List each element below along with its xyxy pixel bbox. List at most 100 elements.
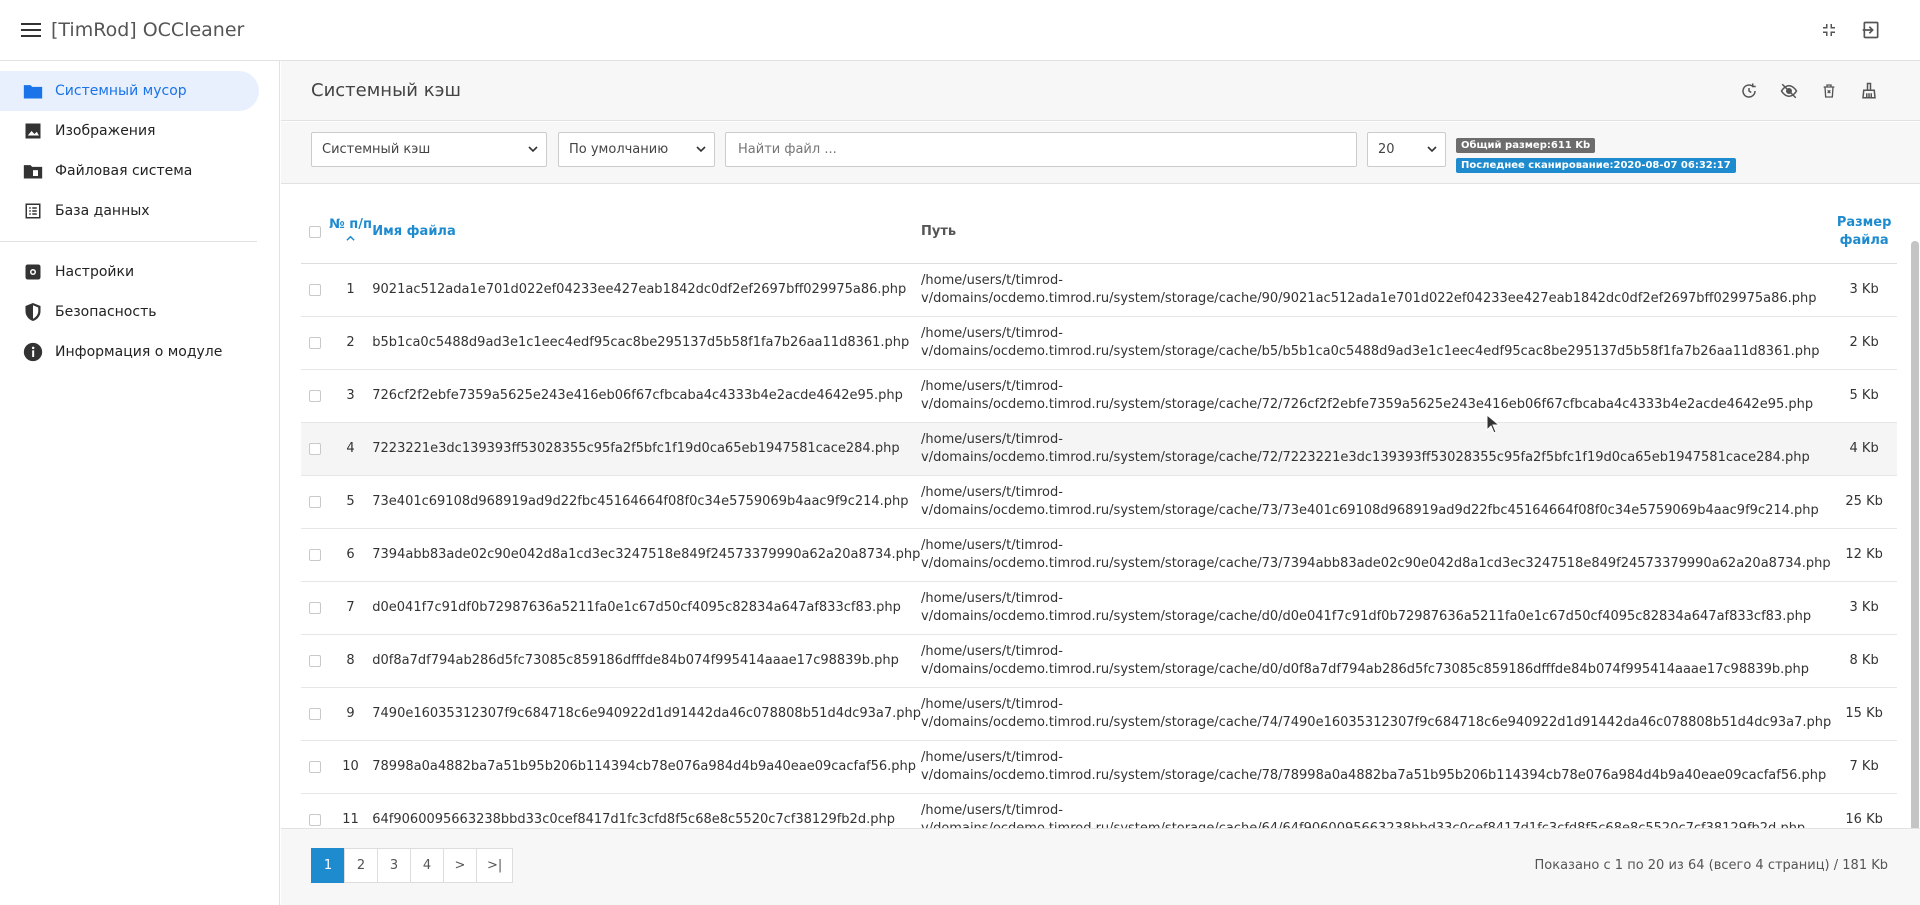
trash-icon[interactable] [1818, 80, 1840, 102]
row-checkbox[interactable] [309, 760, 321, 773]
row-checkbox[interactable] [309, 283, 321, 296]
main-panel: Системный кэш Системный кэш По умолчанию [281, 61, 1920, 905]
per-page-value: 20 [1378, 142, 1395, 157]
row-path-line2: v/domains/ocdemo.timrod.ru/system/storag… [921, 343, 1820, 359]
table-row[interactable]: 8 d0f8a7df794ab286d5fc73085c859186dfffde8… [301, 634, 1897, 688]
row-path-line1: /home/users/t/timrod- [921, 325, 1063, 341]
page-button[interactable]: 1 [311, 848, 345, 883]
row-path-line2: v/domains/ocdemo.timrod.ru/system/storag… [921, 396, 1814, 412]
table-row[interactable]: 3 726cf2f2ebfe7359a5625e243e416eb06f67cfb… [301, 369, 1897, 423]
row-path: /home/users/t/timrod-v/domains/ocdemo.ti… [921, 475, 1832, 529]
sidebar-item-label: Информация о модуле [55, 344, 223, 360]
page-button[interactable]: 4 [410, 848, 444, 883]
row-num: 9 [328, 687, 373, 741]
row-file-name: 73e401c69108d968919ad9d22fbc45164664f08f… [372, 475, 922, 529]
row-checkbox[interactable] [309, 336, 321, 349]
chevron-down-icon [528, 146, 538, 153]
row-path-line1: /home/users/t/timrod- [921, 802, 1063, 818]
row-checkbox[interactable] [309, 707, 321, 720]
row-size: 2 Kb [1831, 316, 1897, 370]
row-path-line1: /home/users/t/timrod- [921, 378, 1063, 394]
row-path-line1: /home/users/t/timrod- [921, 749, 1063, 765]
column-header-name[interactable]: Имя файла [372, 201, 922, 264]
page-button[interactable]: > [443, 848, 477, 883]
mouse-cursor-icon [1486, 414, 1500, 434]
row-path: /home/users/t/timrod-v/domains/ocdemo.ti… [921, 422, 1832, 476]
row-checkbox[interactable] [309, 813, 321, 826]
row-size: 8 Kb [1831, 634, 1897, 688]
search-input[interactable] [725, 132, 1357, 167]
row-file-name: 64f9060095663238bbd33c0cef8417d1fc3cfd8f… [372, 793, 922, 828]
table-scrollbar[interactable] [1910, 241, 1920, 841]
row-size: 4 Kb [1831, 422, 1897, 476]
sidebar-item-module-info[interactable]: Информация о модуле [0, 332, 259, 372]
row-num: 5 [328, 475, 373, 529]
sidebar-item-images[interactable]: Изображения [0, 111, 259, 151]
select-all-checkbox[interactable] [309, 225, 321, 238]
row-path: /home/users/t/timrod-v/domains/ocdemo.ti… [921, 263, 1832, 317]
row-path-line2: v/domains/ocdemo.timrod.ru/system/storag… [921, 661, 1810, 677]
sidebar-item-database[interactable]: База данных [0, 191, 259, 231]
sidebar-item-label: Изображения [55, 123, 156, 139]
sidebar-item-security[interactable]: Безопасность [0, 292, 259, 332]
scrollbar-thumb[interactable] [1911, 241, 1919, 831]
sidebar-divider [0, 241, 257, 242]
sort-select[interactable]: По умолчанию [558, 132, 715, 167]
table-row[interactable]: 2 b5b1ca0c5488d9ad3e1c1eec4edf95cac8be295… [301, 316, 1897, 370]
row-checkbox[interactable] [309, 495, 321, 508]
table-row[interactable]: 6 7394abb83ade02c90e042d8a1cd3ec3247518e8… [301, 528, 1897, 582]
sidebar-item-system-junk[interactable]: Системный мусор [0, 71, 259, 111]
table-row[interactable]: 7 d0e041f7c91df0b72987636a5211fa0e1c67d50… [301, 581, 1897, 635]
per-page-select[interactable]: 20 [1367, 132, 1446, 167]
hamburger-menu-icon[interactable] [20, 20, 42, 42]
row-path-line2: v/domains/ocdemo.timrod.ru/system/storag… [921, 608, 1812, 624]
refresh-icon[interactable] [1738, 80, 1760, 102]
row-checkbox[interactable] [309, 389, 321, 402]
table-footer: 1 2 3 4 > >| Показано с 1 по 20 из 64 (всего … [281, 828, 1920, 905]
sidebar-item-label: Файловая система [55, 163, 193, 179]
row-size: 16 Kb [1831, 793, 1897, 828]
sidebar-item-settings[interactable]: Настройки [0, 252, 259, 292]
column-header-name-label: Имя файла [372, 224, 456, 240]
row-file-name: 7490e16035312307f9c684718c6e940922d1d914… [372, 687, 922, 741]
row-size: 7 Kb [1831, 740, 1897, 794]
column-header-path: Путь [921, 201, 1832, 264]
row-num: 11 [328, 793, 373, 828]
row-checkbox[interactable] [309, 548, 321, 561]
page-button[interactable]: 2 [344, 848, 378, 883]
total-size-badge: Общий размер:611 Kb [1456, 138, 1596, 153]
shield-icon [23, 302, 43, 322]
row-file-name: d0e041f7c91df0b72987636a5211fa0e1c67d50c… [372, 581, 922, 635]
broom-icon[interactable] [1858, 80, 1880, 102]
page-title: Системный кэш [311, 80, 461, 101]
eye-off-icon[interactable] [1778, 80, 1800, 102]
table-row[interactable]: 1 9021ac512ada1e701d022ef04233ee427eab184… [301, 263, 1897, 317]
page-button[interactable]: 3 [377, 848, 411, 883]
sidebar-item-label: База данных [55, 203, 150, 219]
sidebar-item-file-system[interactable]: Файловая система [0, 151, 259, 191]
folder-icon [23, 81, 43, 101]
table-row[interactable]: 4 7223221e3dc139393ff53028355c95fa2f5bfc1… [301, 422, 1897, 476]
type-select[interactable]: Системный кэш [311, 132, 547, 167]
page-button[interactable]: >| [476, 848, 514, 883]
chevron-down-icon [1427, 146, 1437, 153]
row-checkbox[interactable] [309, 654, 321, 667]
row-size: 3 Kb [1831, 263, 1897, 317]
row-path: /home/users/t/timrod-v/domains/ocdemo.ti… [921, 793, 1832, 828]
table-row[interactable]: 11 64f9060095663238bbd33c0cef8417d1fc3cfd… [301, 793, 1897, 828]
column-header-num[interactable]: № п/п [328, 201, 373, 264]
compress-icon[interactable] [1818, 19, 1840, 41]
row-path-line2: v/domains/ocdemo.timrod.ru/system/storag… [921, 714, 1832, 730]
panel-header: Системный кэш [281, 61, 1920, 121]
row-size: 3 Kb [1831, 581, 1897, 635]
logout-icon[interactable] [1860, 19, 1882, 41]
table-row[interactable]: 5 73e401c69108d968919ad9d22fbc45164664f08… [301, 475, 1897, 529]
sidebar: Системный мусор Изображения Файловая сис… [0, 61, 280, 905]
row-checkbox[interactable] [309, 601, 321, 614]
column-header-size-line1: Размер [1836, 214, 1892, 230]
database-icon [23, 201, 43, 221]
table-row[interactable]: 9 7490e16035312307f9c684718c6e940922d1d91… [301, 687, 1897, 741]
column-header-size[interactable]: Размер файла [1831, 201, 1897, 264]
row-checkbox[interactable] [309, 442, 321, 455]
table-row[interactable]: 10 78998a0a4882ba7a51b95b206b114394cb78e0… [301, 740, 1897, 794]
